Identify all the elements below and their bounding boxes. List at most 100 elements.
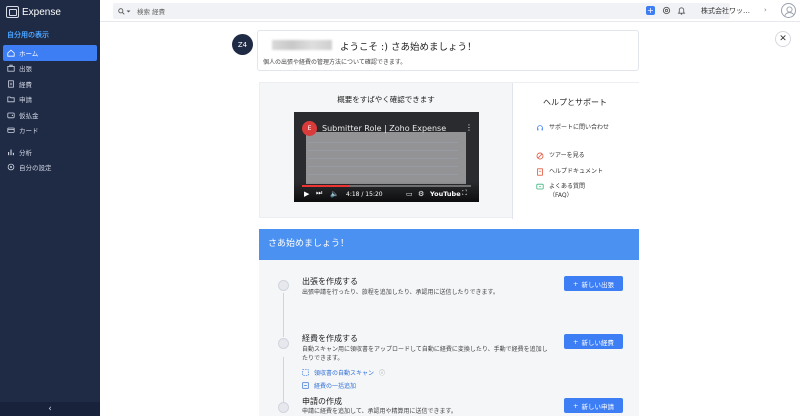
overview-video-section: 概要をすばやく確認できます E Submitter Role | Zoho Ex… <box>260 83 512 219</box>
fullscreen-icon[interactable]: ⛶ <box>462 189 467 198</box>
search-icon[interactable] <box>118 7 131 15</box>
help-support-panel: ヘルプとサポート サポートに問い合わせ ツアーを見る ヘルプドキュメント よくあ… <box>512 83 640 219</box>
organization-name[interactable]: 株式会社ワッ… <box>701 6 750 16</box>
video-title[interactable]: Submitter Role | Zoho Expense <box>322 124 446 133</box>
help-item-label: よくある質問（FAQ） <box>549 183 586 199</box>
gear-icon[interactable] <box>662 6 671 15</box>
step-connector <box>283 293 284 337</box>
main-content: ✕ Z4 ようこそ :) さあ始めましょう！ 個人の出張や経費の管理方法について… <box>100 22 800 416</box>
close-icon: ✕ <box>779 34 787 44</box>
link-label: 経費の一括追加 <box>314 383 357 390</box>
thumbnail-row <box>308 158 458 159</box>
faq-icon <box>536 183 544 190</box>
help-item-label: サポートに問い合わせ <box>549 124 610 131</box>
step-connector <box>283 357 284 402</box>
video-time: 4:18 / 15:20 <box>346 191 383 198</box>
home-icon <box>7 49 15 57</box>
info-icon[interactable]: ⓘ <box>379 368 385 377</box>
youtube-logo[interactable]: YouTube <box>430 190 461 198</box>
settings-icon <box>7 163 15 171</box>
settings-gear-icon[interactable]: ⚙ <box>418 190 424 198</box>
tour-icon <box>536 152 544 160</box>
help-item-contact-support[interactable]: サポートに問い合わせ <box>536 123 619 132</box>
welcome-subtitle: 個人の出張や経費の管理方法について確認できます。 <box>263 59 407 66</box>
video-progress-fill <box>302 185 350 187</box>
sidebar-item-reports[interactable]: 申請 <box>0 92 100 108</box>
help-title: ヘルプとサポート <box>543 98 607 107</box>
sidebar-item-trips[interactable]: 出張 <box>0 61 100 77</box>
sidebar-item-label: 仮払金 <box>19 111 39 120</box>
thumbnail-row <box>308 142 458 143</box>
video-player[interactable]: E Submitter Role | Zoho Expense ⋮ ▶ ⏭ 🔈 … <box>294 112 479 202</box>
headset-icon <box>537 125 543 131</box>
help-item-label: ヘルプドキュメント <box>549 168 604 175</box>
sidebar: Expense 自分用の表示 ホーム 出張 経費 申請 仮払金 カード 分析 自… <box>0 0 100 416</box>
channel-logo-icon[interactable]: E <box>302 121 317 136</box>
step-description: 申請に経費を追加して、承認用や精算用に送信できます。 <box>302 408 457 415</box>
user-name-redacted <box>272 40 332 50</box>
topbar: 検索 経費 + 株式会社ワッ… › <box>100 0 800 22</box>
app-name: Expense <box>22 6 61 18</box>
avatar[interactable] <box>781 3 796 18</box>
sidebar-item-advances[interactable]: 仮払金 <box>0 107 100 123</box>
new-trip-button[interactable]: + 新しい出張 <box>564 276 623 291</box>
card-icon <box>7 126 15 134</box>
next-icon[interactable]: ⏭ <box>316 189 322 198</box>
button-label: 新しい経費 <box>581 338 614 347</box>
sidebar-item-cards[interactable]: カード <box>0 123 100 139</box>
plus-icon: + <box>573 401 579 410</box>
step-description: 自動スキャン用に領収書をアップロードして自動に経費に変換したり、手動で経費を追加… <box>302 346 548 362</box>
sidebar-item-my-settings[interactable]: 自分の設定 <box>0 160 100 176</box>
bell-icon[interactable] <box>677 6 686 15</box>
step-description: 出張申請を行ったり、旅程を追加したり、承認用に送信したりできます。 <box>302 289 499 296</box>
search-input[interactable]: 検索 経費 <box>137 6 165 16</box>
more-vertical-icon[interactable]: ⋮ <box>465 123 473 132</box>
sidebar-item-label: 出張 <box>19 65 32 74</box>
captions-icon[interactable]: ▭ <box>406 190 413 198</box>
step-title: 経費を作成する <box>302 334 358 343</box>
scan-icon <box>302 369 309 376</box>
sidebar-item-label: カード <box>19 127 39 136</box>
sidebar-item-label: 経費 <box>19 80 32 89</box>
report-step-icon <box>278 402 289 413</box>
button-label: 新しい申請 <box>581 402 614 411</box>
volume-icon[interactable]: 🔈 <box>330 190 339 198</box>
sidebar-section-label: 自分用の表示 <box>7 31 49 39</box>
chevron-right-icon[interactable]: › <box>764 6 767 14</box>
getting-started-header: さあ始めましょう！ <box>259 229 639 260</box>
app-logo[interactable]: Expense <box>6 5 61 19</box>
thumbnail-row <box>308 150 458 151</box>
play-icon[interactable]: ▶ <box>304 190 309 198</box>
search-bar[interactable]: 検索 経費 <box>113 3 730 19</box>
plus-icon: + <box>573 337 579 346</box>
sidebar-collapse-button[interactable]: ‹ <box>0 402 100 416</box>
chart-icon <box>7 148 15 156</box>
wallet-icon <box>7 111 15 119</box>
link-label: 領収書の自動スキャン <box>314 370 375 377</box>
receipt-autoscan-link[interactable]: 領収書の自動スキャン ⓘ <box>302 368 385 377</box>
receipt-icon <box>7 80 15 88</box>
help-item-faq[interactable]: よくある質問（FAQ） <box>536 182 597 200</box>
overview-panel: 概要をすばやく確認できます E Submitter Role | Zoho Ex… <box>259 82 640 219</box>
quick-create-button[interactable]: + <box>646 6 655 15</box>
sidebar-item-expenses[interactable]: 経費 <box>0 76 100 92</box>
close-button[interactable]: ✕ <box>775 31 791 47</box>
new-expense-button[interactable]: + 新しい経費 <box>564 334 623 349</box>
welcome-card: Z4 ようこそ :) さあ始めましょう！ 個人の出張や経費の管理方法について確認… <box>232 30 639 71</box>
sidebar-item-home[interactable]: ホーム <box>3 45 97 61</box>
step-title: 出張を作成する <box>302 277 358 286</box>
bulk-add-expenses-link[interactable]: 経費の一括追加 <box>302 381 356 390</box>
sidebar-item-analytics[interactable]: 分析 <box>0 144 100 160</box>
trip-step-icon <box>278 280 289 291</box>
new-report-button[interactable]: + 新しい申請 <box>564 398 623 413</box>
suitcase-icon <box>7 64 15 72</box>
sidebar-item-label: 分析 <box>19 148 32 157</box>
chevron-left-icon: ‹ <box>48 404 52 414</box>
thumbnail-row <box>308 166 458 167</box>
help-item-tour[interactable]: ツアーを見る <box>536 151 585 160</box>
expense-logo-icon <box>6 6 19 18</box>
welcome-title: ようこそ :) さあ始めましょう！ <box>340 42 477 53</box>
getting-started-steps: 出張を作成する 出張申請を行ったり、旅程を追加したり、承認用に送信したりできます… <box>259 260 639 416</box>
video-progress-bar[interactable] <box>302 185 471 187</box>
help-item-help-docs[interactable]: ヘルプドキュメント <box>536 167 603 176</box>
